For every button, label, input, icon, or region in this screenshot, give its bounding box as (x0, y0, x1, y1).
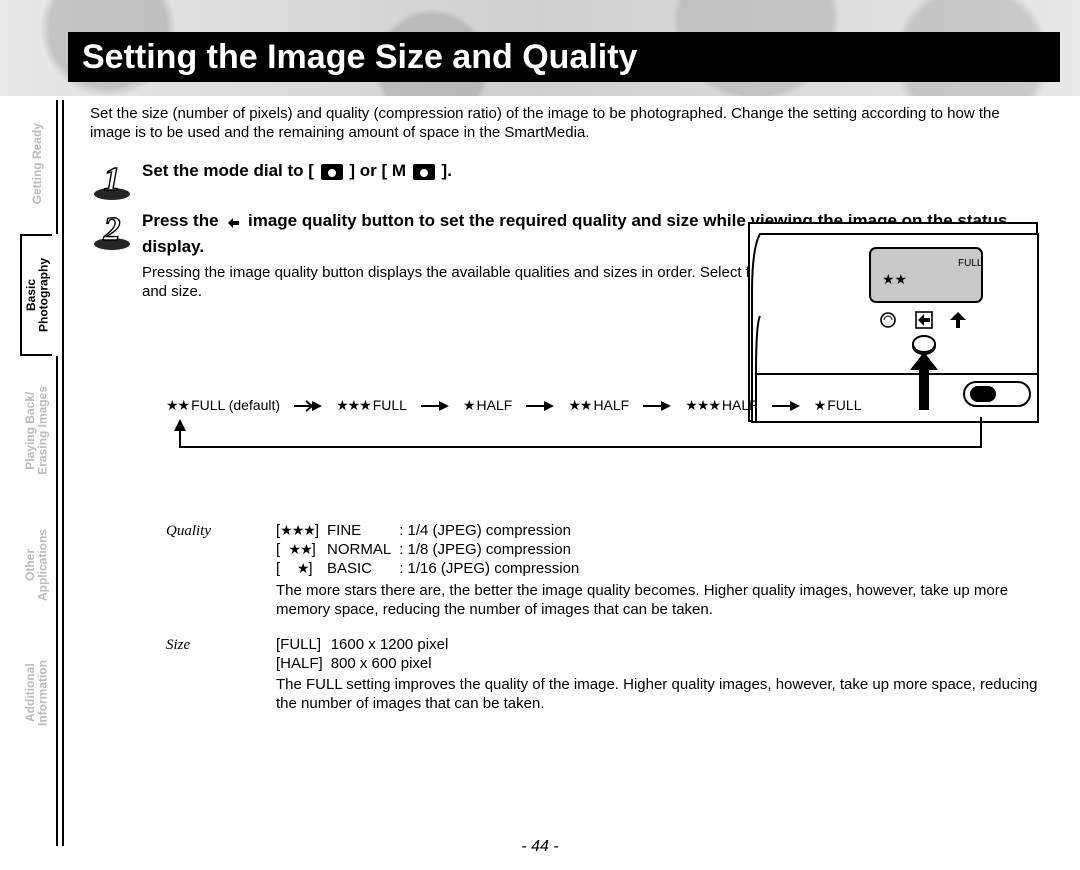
t: [HALF] (276, 654, 331, 673)
cycle-item: ★★ FULL (default) (166, 397, 280, 415)
size-table: [FULL] 1600 x 1200 pixel [HALF] 800 x 60… (276, 635, 456, 673)
stars-icon: ★★★ (685, 397, 720, 415)
tab-rail (56, 100, 64, 846)
t: 1600 x 1200 pixel (331, 635, 457, 654)
arrow-right-icon (294, 400, 322, 412)
tab-other-applications[interactable]: Other Applications (20, 504, 54, 626)
camera-icon (321, 164, 343, 186)
tab-label: Additional Information (24, 660, 49, 726)
cycle-item: ★★★ HALF (685, 397, 757, 415)
t: FULL (373, 397, 407, 415)
svg-text:Quality: Quality (166, 523, 211, 539)
legend: Quality [★★★] FINE : 1/4 (JPEG) compress… (166, 521, 1038, 714)
cycle-item: ★★ HALF (568, 397, 629, 415)
quality-button-icon (225, 214, 241, 236)
cycle-item: ★ FULL (814, 397, 862, 415)
arrow-right-icon (526, 400, 554, 412)
table-row: [★★★] FINE : 1/4 (JPEG) compression (276, 521, 587, 540)
table-row: [HALF] 800 x 600 pixel (276, 654, 456, 673)
tab-playing-back[interactable]: Playing Back/ Erasing Images (20, 362, 54, 498)
tab-getting-ready[interactable]: Getting Ready (20, 100, 54, 228)
svg-text:FULL: FULL (958, 258, 983, 269)
intro-text: Set the size (number of pixels) and qual… (90, 104, 1038, 142)
t: HALF (477, 397, 513, 415)
table-row: [ ★★] NORMAL : 1/8 (JPEG) compression (276, 540, 587, 559)
stars-icon: ★★★ (336, 397, 371, 415)
tab-label: Getting Ready (31, 123, 44, 204)
t: FULL (default) (191, 397, 280, 415)
t: 800 x 600 pixel (331, 654, 457, 673)
quality-note: The more stars there are, the better the… (276, 581, 1038, 619)
t: : 1/8 (JPEG) compression (399, 540, 587, 559)
svg-text:★★: ★★ (882, 271, 907, 287)
tab-basic-photography[interactable]: Basic Photography (20, 234, 54, 356)
tab-label: Playing Back/ Erasing Images (24, 386, 49, 475)
stars-icon: ★★ (289, 541, 312, 557)
t: HALF (593, 397, 629, 415)
arrow-right-icon (421, 400, 449, 412)
t: Set the mode dial to [ (142, 161, 314, 180)
quality-cycle-diagram: ★★ FULL (default) ★★★ FULL ★ HALF (166, 397, 1038, 471)
stars-icon: ★ (463, 397, 475, 415)
legend-size: Size [FULL] 1600 x 1200 pixel [HALF] 800… (166, 635, 1038, 714)
stars-icon: ★ (814, 397, 826, 415)
table-row: [ ★] BASIC : 1/16 (JPEG) compression (276, 559, 587, 578)
arrow-right-icon (643, 400, 671, 412)
stars-icon: ★ (297, 560, 309, 576)
size-note: The FULL setting improves the quality of… (276, 675, 1038, 713)
cycle-return-arrow-icon (166, 417, 988, 457)
camera-illustration: FULL ★★ (748, 222, 1038, 422)
tab-label: Other Applications (24, 529, 49, 601)
step-1: 1 Set the mode dial to [ ] or [ M (90, 160, 1038, 202)
cycle-item: ★ HALF (463, 397, 512, 415)
t: Press the (142, 211, 223, 230)
stars-icon: ★★★ (280, 522, 315, 538)
t: FULL (827, 397, 861, 415)
content-area: Set the size (number of pixels) and qual… (90, 104, 1038, 820)
t: M (392, 161, 406, 180)
legend-quality: Quality [★★★] FINE : 1/4 (JPEG) compress… (166, 521, 1038, 619)
quality-table: [★★★] FINE : 1/4 (JPEG) compression [ ★★… (276, 521, 587, 579)
step-number-2-icon: 2 (90, 210, 134, 252)
section-tabstrip: Getting Ready Basic Photography Playing … (20, 100, 64, 846)
table-row: [FULL] 1600 x 1200 pixel (276, 635, 456, 654)
t: FINE (327, 521, 399, 540)
tab-additional-information[interactable]: Additional Information (20, 632, 54, 754)
t: ] or [ (349, 161, 387, 180)
camera-icon (413, 164, 435, 186)
tab-label: Basic Photography (25, 258, 50, 332)
legend-tag-size: Size (166, 635, 236, 714)
t: ]. (442, 161, 452, 180)
svg-text:2: 2 (103, 211, 121, 248)
t: [FULL] (276, 635, 331, 654)
steps: 1 Set the mode dial to [ ] or [ M (90, 160, 1038, 713)
cycle-item: ★★★ FULL (336, 397, 407, 415)
step-1-text: Set the mode dial to [ ] or [ M ]. (142, 161, 452, 180)
svg-text:Size: Size (166, 637, 191, 653)
t: HALF (722, 397, 758, 415)
legend-tag-quality: Quality (166, 521, 236, 619)
t: NORMAL (327, 540, 399, 559)
svg-text:1: 1 (104, 161, 121, 198)
t: BASIC (327, 559, 399, 578)
page-title: Setting the Image Size and Quality (68, 32, 1060, 82)
step-number-1-icon: 1 (90, 160, 134, 202)
page-number: - 44 - (0, 838, 1080, 856)
manual-page: Setting the Image Size and Quality Getti… (0, 0, 1080, 870)
stars-icon: ★★ (568, 397, 591, 415)
t: : 1/16 (JPEG) compression (399, 559, 587, 578)
t: : 1/4 (JPEG) compression (399, 521, 587, 540)
stars-icon: ★★ (166, 397, 189, 415)
arrow-right-icon (772, 400, 800, 412)
